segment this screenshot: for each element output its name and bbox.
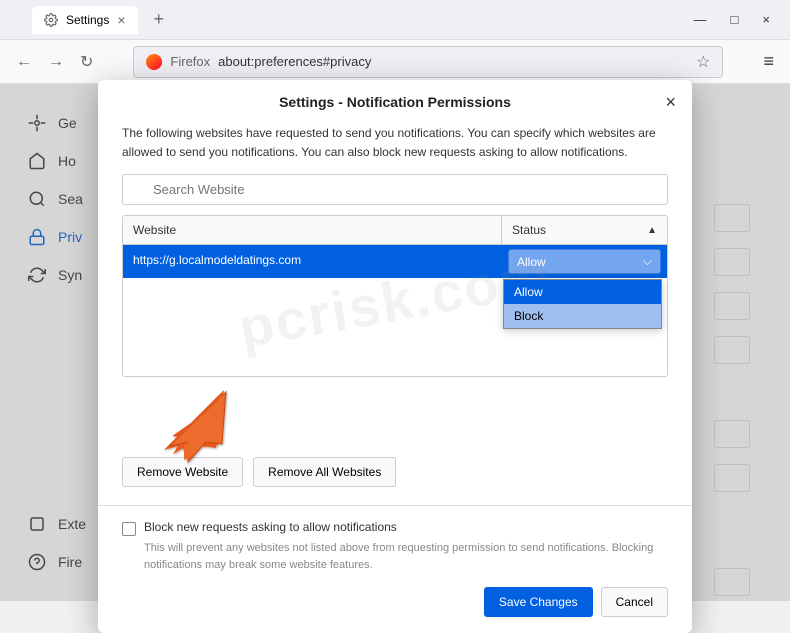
column-website[interactable]: Website [123, 216, 502, 244]
dialog-header: Settings - Notification Permissions × [98, 80, 692, 124]
firefox-icon [146, 54, 162, 70]
sort-arrow-icon: ▲ [647, 225, 657, 236]
cancel-button[interactable]: Cancel [601, 587, 668, 617]
new-tab-button[interactable]: + [146, 5, 173, 34]
url-bar[interactable]: Firefox about:preferences#privacy ☆ [133, 46, 723, 78]
close-window-button[interactable]: × [762, 12, 770, 27]
close-icon[interactable]: × [665, 92, 676, 113]
status-dropdown[interactable]: Allow ⌵ [508, 249, 661, 274]
menu-button[interactable]: ≡ [763, 51, 774, 72]
close-icon[interactable]: × [117, 12, 125, 28]
website-table: Website Status ▲ https://g.localmodeldat… [122, 215, 668, 377]
dropdown-option-block[interactable]: Block [504, 304, 661, 328]
remove-website-button[interactable]: Remove Website [122, 457, 243, 487]
window-controls: — □ × [694, 12, 782, 27]
dialog-description: The following websites have requested to… [122, 124, 668, 162]
block-new-description: This will prevent any websites not liste… [144, 540, 668, 573]
website-url: https://g.localmodeldatings.com [123, 245, 502, 278]
gear-icon [44, 13, 58, 27]
table-header: Website Status ▲ [123, 216, 667, 245]
table-row[interactable]: https://g.localmodeldatings.com Allow ⌵ … [123, 245, 667, 278]
minimize-button[interactable]: — [694, 12, 707, 27]
status-dropdown-menu: Allow Block [503, 279, 662, 329]
block-new-checkbox[interactable] [122, 522, 136, 536]
remove-all-websites-button[interactable]: Remove All Websites [253, 457, 396, 487]
forward-button[interactable]: → [48, 53, 64, 71]
search-website-input[interactable] [122, 174, 668, 205]
tab-title: Settings [66, 13, 109, 27]
titlebar: Settings × + — □ × [0, 0, 790, 40]
browser-tab[interactable]: Settings × [32, 6, 138, 34]
notification-permissions-dialog: Settings - Notification Permissions × Th… [98, 80, 692, 633]
reload-button[interactable]: ↻ [80, 52, 93, 72]
save-changes-button[interactable]: Save Changes [484, 587, 593, 617]
url-text: about:preferences#privacy [218, 54, 371, 69]
dialog-title: Settings - Notification Permissions [279, 94, 511, 110]
bookmark-icon[interactable]: ☆ [696, 52, 710, 72]
back-button[interactable]: ← [16, 53, 32, 71]
url-prefix: Firefox [170, 54, 210, 69]
chevron-down-icon: ⌵ [643, 254, 652, 269]
column-status[interactable]: Status ▲ [502, 216, 667, 244]
block-new-label: Block new requests asking to allow notif… [144, 520, 397, 534]
toolbar: ← → ↻ Firefox about:preferences#privacy … [0, 40, 790, 84]
dropdown-option-allow[interactable]: Allow [504, 280, 661, 304]
maximize-button[interactable]: □ [731, 12, 739, 27]
